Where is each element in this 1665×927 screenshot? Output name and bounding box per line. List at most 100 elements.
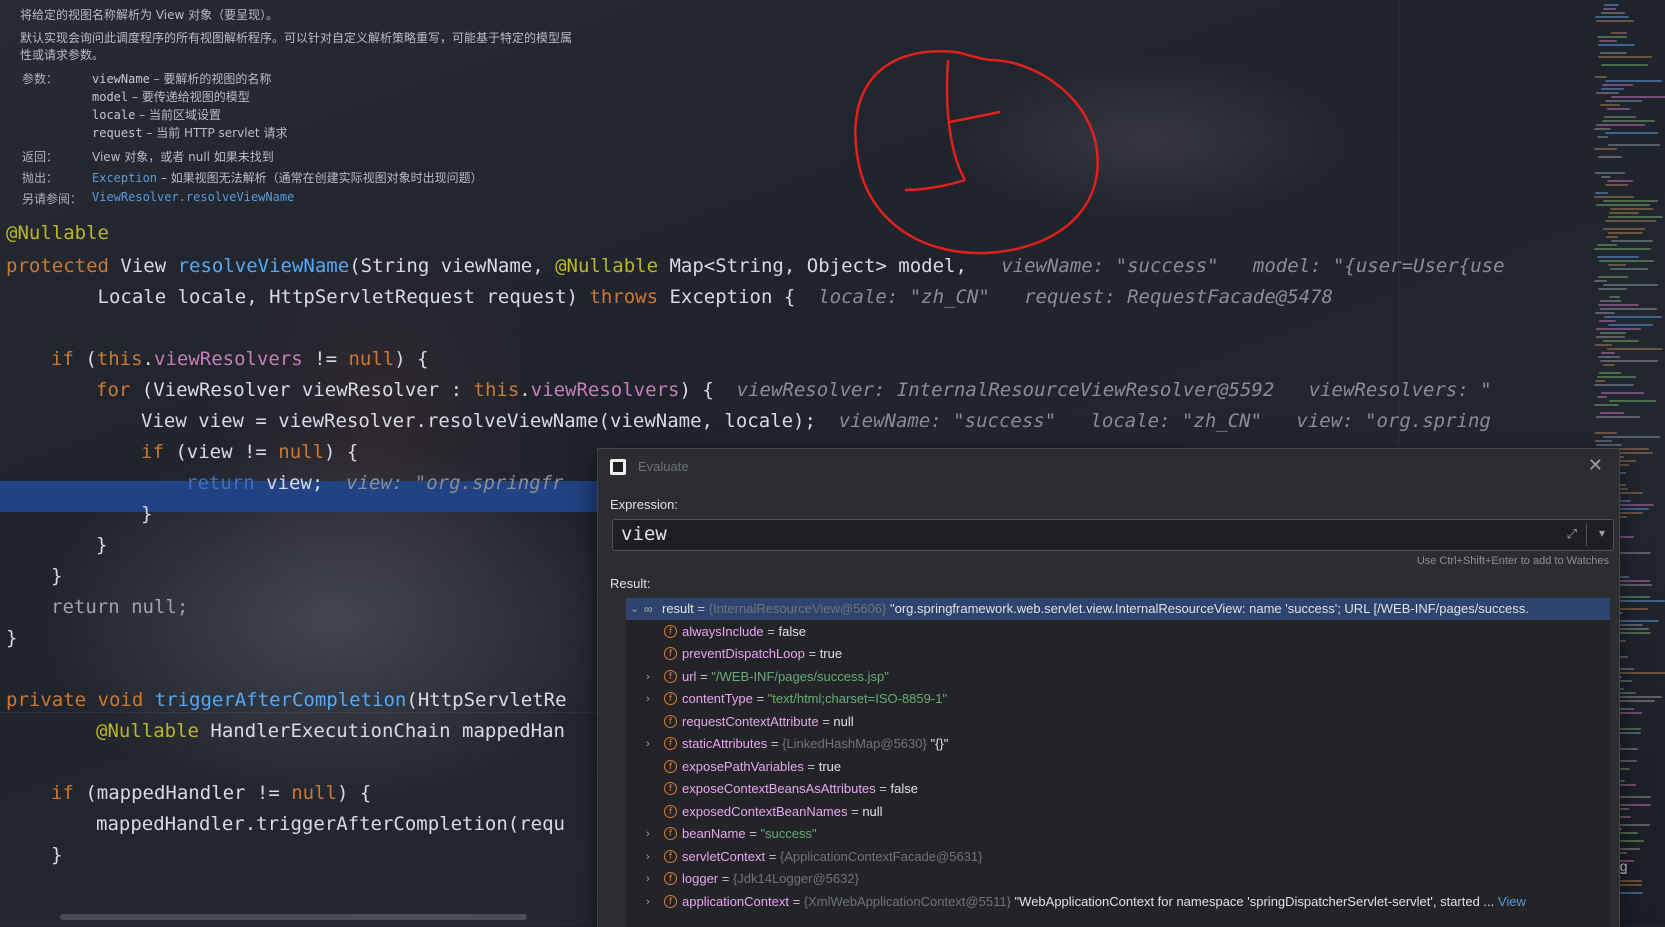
minimap-line <box>1605 184 1628 186</box>
expression-value[interactable]: view <box>621 523 667 545</box>
doc-see-label: 另请参阅： <box>22 192 83 206</box>
field-icon: f <box>664 782 677 795</box>
field-row-exposeContextBeansAsAttributes[interactable]: f exposeContextBeansAsAttributes = false <box>626 778 1610 800</box>
view-link[interactable]: View <box>1498 894 1526 909</box>
minimap-line <box>1600 360 1658 362</box>
minimap-line <box>1608 216 1663 218</box>
field-value: null <box>833 713 854 729</box>
field-name: staticAttributes <box>682 736 768 751</box>
inline-debug-value: view: "org.springfr <box>346 472 564 494</box>
field-text: alwaysInclude = false <box>682 623 806 639</box>
minimap-line <box>1606 236 1618 238</box>
minimap-line <box>1594 384 1634 386</box>
field-name: exposedContextBeanNames <box>682 803 848 819</box>
doc-returns: View 对象，或者 null 如果未找到 <box>92 150 274 164</box>
horizontal-scrollbar[interactable] <box>60 914 527 920</box>
field-value: "WebApplicationContext for namespace 'sp… <box>1014 893 1495 909</box>
minimap-line <box>1607 348 1663 350</box>
chevron-right-icon[interactable]: › <box>646 868 658 890</box>
minimap-line <box>1598 156 1622 158</box>
minimap-line <box>1610 268 1648 270</box>
minimap-line <box>1595 172 1625 174</box>
chevron-right-icon[interactable]: › <box>646 891 658 913</box>
field-icon: f <box>664 804 677 818</box>
minimap-line <box>1598 56 1652 58</box>
chevron-right-icon[interactable]: › <box>646 846 658 868</box>
result-tree[interactable]: ⌄ ∞ result = {InternalResourceView@5606}… <box>626 598 1610 927</box>
doc-throws: Exception – 如果视图无法解析（通常在创建实际视图对象时出现问题） <box>92 169 483 186</box>
field-row-preventDispatchLoop[interactable]: f preventDispatchLoop = true <box>626 643 1610 665</box>
minimap-line <box>1597 376 1636 378</box>
minimap-line <box>1600 412 1624 414</box>
inline-debug-value: locale: "zh_CN" request: RequestFacade@5… <box>818 286 1333 308</box>
minimap-line <box>1598 44 1635 46</box>
field-text: servletContext = {ApplicationContextFaca… <box>682 848 983 864</box>
code-line: } <box>51 565 63 587</box>
field-value: false <box>890 781 918 796</box>
minimap-line <box>1594 148 1617 150</box>
minimap-line <box>1595 192 1608 194</box>
minimap-line <box>1600 308 1657 310</box>
minimap-line <box>1597 36 1627 38</box>
field-row-requestContextAttribute[interactable]: f requestContextAttribute = null <box>626 711 1610 733</box>
minimap-line <box>1611 96 1665 98</box>
field-text: staticAttributes = {LinkedHashMap@5630} … <box>682 736 949 751</box>
exception-link[interactable]: Exception <box>92 171 157 185</box>
field-icon: f <box>664 692 677 705</box>
chevron-right-icon[interactable]: › <box>646 733 658 755</box>
field-text: logger = {Jdk14Logger@5632} <box>682 871 859 886</box>
minimap-line <box>1601 88 1624 90</box>
code-line: View view = viewResolver.resolveViewName… <box>141 410 1491 432</box>
expression-input[interactable]: view ⤢ ▾ <box>612 519 1614 551</box>
minimap-line <box>1603 8 1616 10</box>
chevron-down-icon[interactable]: ⌄ <box>630 598 642 620</box>
expand-icon[interactable]: ⤢ <box>1567 526 1577 542</box>
chevron-right-icon[interactable]: › <box>646 823 658 845</box>
minimap-line <box>1601 64 1648 66</box>
field-row-alwaysInclude[interactable]: f alwaysInclude = false <box>626 621 1610 643</box>
close-icon[interactable]: ✕ <box>1588 455 1603 476</box>
field-icon: f <box>664 714 677 728</box>
minimap-line <box>1595 380 1605 382</box>
field-icon: f <box>664 737 677 750</box>
field-icon: f <box>664 669 677 683</box>
doc-description-cont: 性或请求参数。 <box>20 48 105 62</box>
minimap-line <box>1603 284 1658 286</box>
field-text: applicationContext = {XmlWebApplicationC… <box>682 893 1526 909</box>
minimap-line <box>1605 220 1656 222</box>
result-root-row[interactable]: ⌄ ∞ result = {InternalResourceView@5606}… <box>626 598 1610 620</box>
code-line: mappedHandler.triggerAfterCompletion(req… <box>96 813 565 835</box>
dialog-title-bar[interactable]: Evaluate ✕ <box>598 449 1619 485</box>
see-also-link[interactable]: ViewResolver.resolveViewName <box>92 190 294 204</box>
field-icon: f <box>664 894 677 908</box>
field-row-contentType[interactable]: › f contentType = "text/html;charset=ISO-8… <box>626 688 1610 710</box>
code-line: } <box>51 844 63 866</box>
field-row-exposePathVariables[interactable]: f exposePathVariables = true <box>626 756 1610 778</box>
field-row-url[interactable]: › f url = "/WEB-INF/pages/success.jsp" <box>626 666 1610 688</box>
field-text: url = "/WEB-INF/pages/success.jsp" <box>682 668 889 684</box>
chevron-right-icon[interactable]: › <box>646 666 658 688</box>
field-name: beanName <box>682 826 746 841</box>
field-row-exposedContextBeanNames[interactable]: f exposedContextBeanNames = null <box>626 801 1610 823</box>
field-row-beanName[interactable]: › f beanName = "success" <box>626 823 1610 845</box>
doc-param-locale: locale – 当前区域设置 <box>92 106 221 123</box>
param-desc: – 当前区域设置 <box>135 108 221 122</box>
field-row-applicationContext[interactable]: › f applicationContext = {XmlWebApplicatio… <box>626 891 1610 913</box>
field-row-servletContext[interactable]: › f servletContext = {ApplicationContextFa… <box>626 846 1610 868</box>
chevron-down-icon[interactable]: ▾ <box>1599 526 1605 540</box>
minimap-line <box>1598 276 1628 278</box>
minimap-line <box>1608 264 1626 266</box>
doc-description: 默认实现会询问此调度程序的所有视图解析程序。可以针对自定义解析策略重写，可能基于… <box>20 31 573 45</box>
minimap-line <box>1602 84 1633 86</box>
minimap-line <box>1601 392 1644 394</box>
chevron-right-icon[interactable]: › <box>646 688 658 710</box>
field-row-staticAttributes[interactable]: › f staticAttributes = {LinkedHashMap@5630… <box>626 733 1610 755</box>
doc-param-viewName: viewName – 要解析的视图的名称 <box>92 70 271 87</box>
minimap-line <box>1599 260 1654 262</box>
minimap-line <box>1605 80 1662 82</box>
minimap-line <box>1602 120 1655 122</box>
field-name: alwaysInclude <box>682 623 764 639</box>
field-row-logger[interactable]: › f logger = {Jdk14Logger@5632} <box>626 868 1610 890</box>
minimap-line <box>1603 340 1639 342</box>
field-icon: f <box>664 827 677 840</box>
